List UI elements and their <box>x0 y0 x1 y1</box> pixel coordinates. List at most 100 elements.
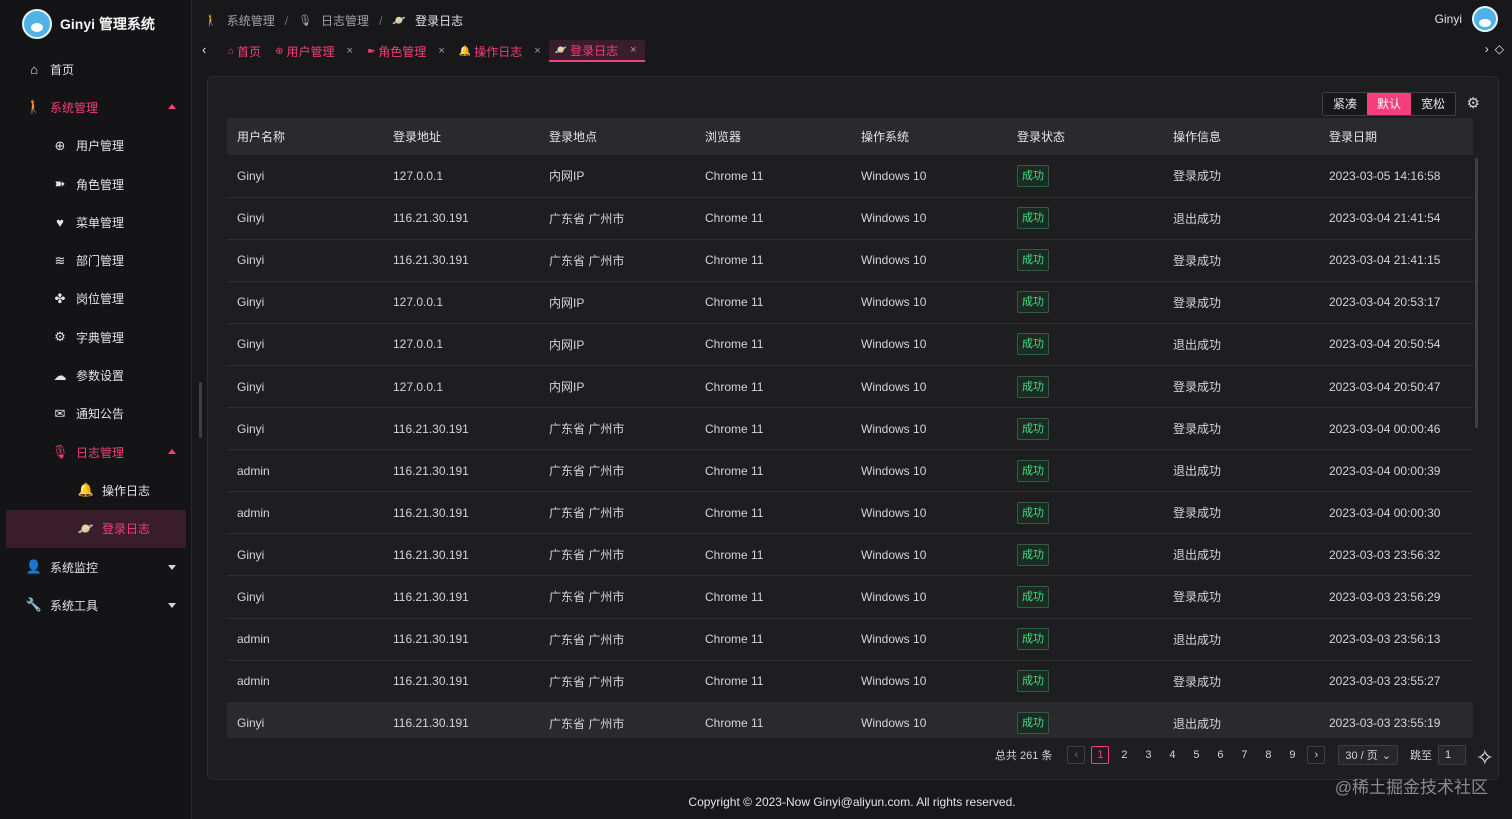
logo[interactable]: Ginyi 管理系统 <box>22 9 155 39</box>
sidebar-item-system-management[interactable]: 🚶 系统管理 <box>6 88 186 126</box>
table-scrollbar[interactable] <box>1475 158 1478 428</box>
sidebar-item-login-log[interactable]: 🪐 登录日志 <box>6 509 186 548</box>
status-badge: 成功 <box>1017 670 1049 693</box>
sidebar-item-post-management[interactable]: ✤ 岗位管理 <box>6 280 186 318</box>
page-button[interactable]: 8 <box>1259 746 1277 764</box>
table-cell: 退出成功 <box>1173 632 1222 647</box>
user-menu[interactable]: Ginyi <box>1435 6 1498 32</box>
tab-operation-log[interactable]: 🔔 操作日志 × <box>453 40 549 62</box>
page-button[interactable]: 3 <box>1139 746 1157 764</box>
table-cell: Chrome 11 <box>705 589 764 604</box>
chevron-left-icon[interactable]: ‹ <box>202 42 206 57</box>
next-page-button[interactable]: › <box>1307 746 1326 764</box>
avatar[interactable] <box>1472 6 1498 32</box>
column-header[interactable]: 登录日期 <box>1319 118 1473 155</box>
table-row[interactable]: admin 116.21.30.191 广东省 广州市 Chrome 11 Window… <box>227 618 1473 661</box>
jump-page-input[interactable] <box>1438 745 1466 765</box>
sidebar-item-dict-management[interactable]: ⚙ 字典管理 <box>6 318 186 356</box>
sidebar-item-label: 角色管理 <box>76 177 125 192</box>
person-icon: 🚶 <box>204 15 218 27</box>
table-row[interactable]: admin 116.21.30.191 广东省 广州市 Chrome 11 Window… <box>227 450 1473 492</box>
column-header[interactable]: 登录状态 <box>1007 118 1163 155</box>
table-cell: 成功 <box>1007 281 1163 323</box>
close-icon[interactable]: × <box>438 45 444 57</box>
table-row[interactable]: Ginyi 116.21.30.191 广东省 广州市 Chrome 11 Window… <box>227 576 1473 619</box>
page-button[interactable]: 5 <box>1187 746 1205 764</box>
sidebar-item-role-management[interactable]: ➽ 角色管理 <box>6 165 186 203</box>
app-root: Ginyi 管理系统 ⌂ 首页 🚶 系统管理 ⊕ 用户管理 ➽ 角色管理 ♥ 菜… <box>0 0 1512 819</box>
sidebar-item-operation-log[interactable]: 🔔 操作日志 <box>6 471 186 509</box>
chevron-down-icon <box>168 565 176 570</box>
planet-icon: 🪐 <box>554 44 568 56</box>
table-row[interactable]: Ginyi 127.0.0.1 内网IP Chrome 11 Windows 10 成功 登… <box>227 281 1473 324</box>
tab-user-management[interactable]: ⊕ 用户管理 × <box>269 40 361 62</box>
column-header[interactable]: 用户名称 <box>227 118 383 155</box>
prev-page-button[interactable]: ‹ <box>1067 746 1086 764</box>
table-row[interactable]: admin 116.21.30.191 广东省 广州市 Chrome 11 Window… <box>227 492 1473 534</box>
table-cell: 广东省 广州市 <box>549 253 625 268</box>
sidebar-item-user-management[interactable]: ⊕ 用户管理 <box>6 127 186 165</box>
sidebar-item-params[interactable]: ☁ 参数设置 <box>6 356 186 394</box>
table-cell: 登录成功 <box>1173 506 1222 521</box>
density-compact-button[interactable]: 紧凑 <box>1322 93 1367 115</box>
column-header[interactable]: 登录地点 <box>539 118 695 155</box>
page-button[interactable]: 2 <box>1115 746 1133 764</box>
sidebar-item-label: 通知公告 <box>76 407 125 422</box>
table-cell: 广东省 广州市 <box>549 590 625 605</box>
home-icon: ⌂ <box>30 61 38 77</box>
close-icon[interactable]: × <box>534 45 540 57</box>
page-size-select[interactable]: 30 / 页 ⌄ <box>1338 745 1398 765</box>
table-row[interactable]: Ginyi 116.21.30.191 广东省 广州市 Chrome 11 Window… <box>227 408 1473 450</box>
settings-gear-icon[interactable]: ⚙ <box>1467 94 1480 112</box>
chat-icon: ☁ <box>53 367 67 383</box>
column-header[interactable]: 操作系统 <box>851 118 1007 155</box>
sparkle-icon[interactable]: ✧ <box>1476 745 1494 771</box>
role-icon: ➽ <box>54 176 66 192</box>
breadcrumb-item[interactable]: 日志管理 <box>321 12 369 29</box>
table-cell: Windows 10 <box>861 421 927 436</box>
sidebar-item-notices[interactable]: ✉ 通知公告 <box>6 395 186 433</box>
column-header[interactable]: 操作信息 <box>1163 118 1319 155</box>
sidebar-scrollbar[interactable] <box>199 382 202 438</box>
page-button[interactable]: 7 <box>1235 746 1253 764</box>
breadcrumb-item[interactable]: 系统管理 <box>227 12 275 29</box>
table-cell: 广东省 广州市 <box>549 548 625 563</box>
table-row[interactable]: Ginyi 127.0.0.1 内网IP Chrome 11 Windows 10 成功 登… <box>227 155 1473 198</box>
column-header[interactable]: 登录地址 <box>383 118 539 155</box>
close-icon[interactable]: × <box>630 44 636 56</box>
density-loose-button[interactable]: 宽松 <box>1410 93 1455 115</box>
sidebar-item-system-tools[interactable]: 🔧 系统工具 <box>6 586 186 624</box>
jump-label: 跳至 <box>1410 750 1432 762</box>
table-row[interactable]: Ginyi 116.21.30.191 广东省 广州市 Chrome 11 Window… <box>227 534 1473 576</box>
table-cell: Ginyi <box>237 337 265 352</box>
sidebar-item-log-management[interactable]: 🎙 日志管理 <box>6 433 186 471</box>
table-row[interactable]: Ginyi 116.21.30.191 广东省 广州市 Chrome 11 Window… <box>227 197 1473 240</box>
sidebar-item-menu-management[interactable]: ♥ 菜单管理 <box>6 203 186 241</box>
close-icon[interactable]: × <box>346 45 352 57</box>
tab-label: 操作日志 <box>474 44 523 59</box>
page-button[interactable]: 4 <box>1163 746 1181 764</box>
pagination: 总共 261 条 ‹ 1 2 3 4 5 6 7 8 9 › 30 / 页 ⌄ … <box>995 745 1466 765</box>
density-default-button[interactable]: 默认 <box>1366 93 1411 115</box>
tab-home[interactable]: ⌂ 首页 <box>222 40 269 62</box>
sidebar-item-home[interactable]: ⌂ 首页 <box>6 50 186 88</box>
mic-icon: 🎙 <box>51 444 69 460</box>
table-row[interactable]: Ginyi 116.21.30.191 广东省 广州市 Chrome 11 Window… <box>227 239 1473 282</box>
page-button[interactable]: 1 <box>1091 746 1110 764</box>
tab-role-management[interactable]: ➽ 角色管理 × <box>361 40 453 62</box>
chevron-right-icon[interactable]: › <box>1485 42 1489 56</box>
page-button[interactable]: 6 <box>1211 746 1229 764</box>
table-row[interactable]: admin 116.21.30.191 广东省 广州市 Chrome 11 Window… <box>227 660 1473 703</box>
sidebar-item-system-monitor[interactable]: 👤 系统监控 <box>6 548 186 586</box>
table-row[interactable]: Ginyi 127.0.0.1 内网IP Chrome 11 Windows 10 成功 登… <box>227 365 1473 408</box>
page-button[interactable]: 9 <box>1283 746 1301 764</box>
column-header[interactable]: 浏览器 <box>695 118 851 155</box>
table-row[interactable]: Ginyi 116.21.30.191 广东省 广州市 Chrome 11 Window… <box>227 702 1473 738</box>
pin-icon[interactable]: ◇ <box>1495 42 1504 56</box>
tab-login-log[interactable]: 🪐 登录日志 × <box>548 40 645 62</box>
table-row[interactable]: Ginyi 127.0.0.1 内网IP Chrome 11 Windows 10 成功 退… <box>227 323 1473 366</box>
status-badge: 成功 <box>1017 543 1049 566</box>
table-cell: 成功 <box>1007 239 1163 281</box>
status-badge: 成功 <box>1017 375 1049 398</box>
sidebar-item-dept-management[interactable]: ≋ 部门管理 <box>6 241 186 279</box>
